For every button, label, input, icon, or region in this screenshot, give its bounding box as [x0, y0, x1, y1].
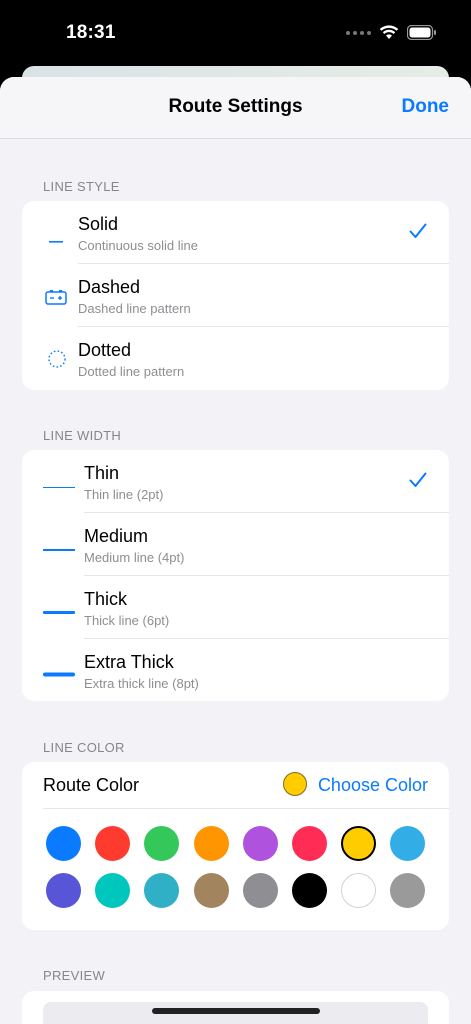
signal-icon — [346, 30, 371, 35]
checkmark-icon — [409, 223, 427, 244]
home-indicator — [152, 1008, 320, 1014]
extra-thick-line-icon — [43, 666, 75, 684]
row-subtitle: Continuous solid line — [78, 238, 198, 253]
row-title: Thin — [84, 463, 120, 483]
color-swatch[interactable] — [193, 873, 229, 908]
row-title: Solid — [78, 214, 119, 234]
row-title: Medium — [84, 526, 149, 546]
color-swatch[interactable] — [242, 826, 278, 861]
status-icons — [346, 25, 437, 40]
screen: 18:31 Route Settings Done LINE STYLE Sol… — [0, 0, 471, 1024]
line-style-header: LINE STYLE — [43, 179, 120, 194]
color-swatch[interactable] — [292, 826, 327, 861]
color-swatch[interactable] — [242, 873, 278, 908]
page-title: Route Settings — [168, 96, 303, 117]
color-swatch[interactable] — [144, 873, 180, 908]
line-width-card: Thin Thin line (2pt) Medium Medium line … — [22, 450, 449, 701]
line-width-thick[interactable]: Thick Thick line (6pt) — [22, 576, 449, 639]
thick-line-icon — [43, 604, 75, 622]
medium-line-icon — [43, 542, 75, 560]
line-style-solid[interactable]: Solid Continuous solid line — [22, 201, 449, 264]
color-swatch[interactable] — [46, 826, 81, 861]
color-swatch[interactable] — [390, 826, 426, 861]
line-width-thin[interactable]: Thin Thin line (2pt) — [22, 450, 449, 513]
preview-header: PREVIEW — [43, 968, 106, 983]
line-color-header: LINE COLOR — [43, 740, 125, 755]
line-width-header: LINE WIDTH — [43, 428, 122, 443]
dotted-circle-icon — [47, 349, 67, 374]
dashed-pattern-icon — [45, 289, 67, 310]
status-time: 18:31 — [66, 22, 116, 43]
color-swatch[interactable] — [95, 873, 131, 908]
thin-line-icon — [43, 480, 75, 498]
row-title: Dashed — [78, 277, 141, 297]
done-button[interactable]: Done — [402, 96, 450, 118]
nav-bar: Route Settings Done — [0, 77, 471, 139]
color-swatch[interactable] — [144, 826, 180, 861]
row-subtitle: Dashed line pattern — [78, 301, 191, 316]
row-subtitle: Thick line (6pt) — [84, 613, 170, 628]
solid-line-icon — [49, 231, 63, 249]
color-swatch[interactable] — [390, 873, 426, 908]
wifi-icon — [379, 25, 399, 40]
choose-color-button[interactable]: Choose Color — [318, 775, 428, 796]
row-title: Dotted — [78, 340, 132, 360]
line-style-dashed[interactable]: Dashed Dashed line pattern — [22, 264, 449, 327]
battery-icon — [407, 25, 437, 40]
status-bar: 18:31 — [0, 0, 471, 70]
checkmark-icon — [409, 472, 427, 493]
row-title: Thick — [84, 589, 128, 609]
color-swatch[interactable] — [193, 826, 229, 861]
color-swatch[interactable] — [292, 873, 327, 908]
line-width-medium[interactable]: Medium Medium line (4pt) — [22, 513, 449, 576]
line-color-card: Route Color Choose Color — [22, 762, 449, 930]
route-color-label: Route Color — [43, 775, 140, 795]
row-title: Extra Thick — [84, 652, 174, 672]
route-color-row: Route Color Choose Color — [22, 762, 449, 809]
row-subtitle: Dotted line pattern — [78, 364, 185, 379]
row-subtitle: Medium line (4pt) — [84, 550, 185, 565]
color-swatch[interactable] — [95, 826, 131, 861]
line-style-dotted[interactable]: Dotted Dotted line pattern — [22, 327, 449, 390]
color-swatch[interactable] — [341, 873, 377, 908]
row-subtitle: Thin line (2pt) — [84, 487, 164, 502]
color-swatch[interactable] — [46, 873, 81, 908]
current-color-preview[interactable] — [283, 772, 307, 796]
color-swatch[interactable] — [341, 826, 377, 861]
line-width-extra-thick[interactable]: Extra Thick Extra thick line (8pt) — [22, 639, 449, 701]
route-settings-sheet: Route Settings Done LINE STYLE Solid Con… — [0, 77, 471, 1024]
row-subtitle: Extra thick line (8pt) — [84, 676, 199, 691]
line-style-card: Solid Continuous solid line Dashed Dashe… — [22, 201, 449, 390]
